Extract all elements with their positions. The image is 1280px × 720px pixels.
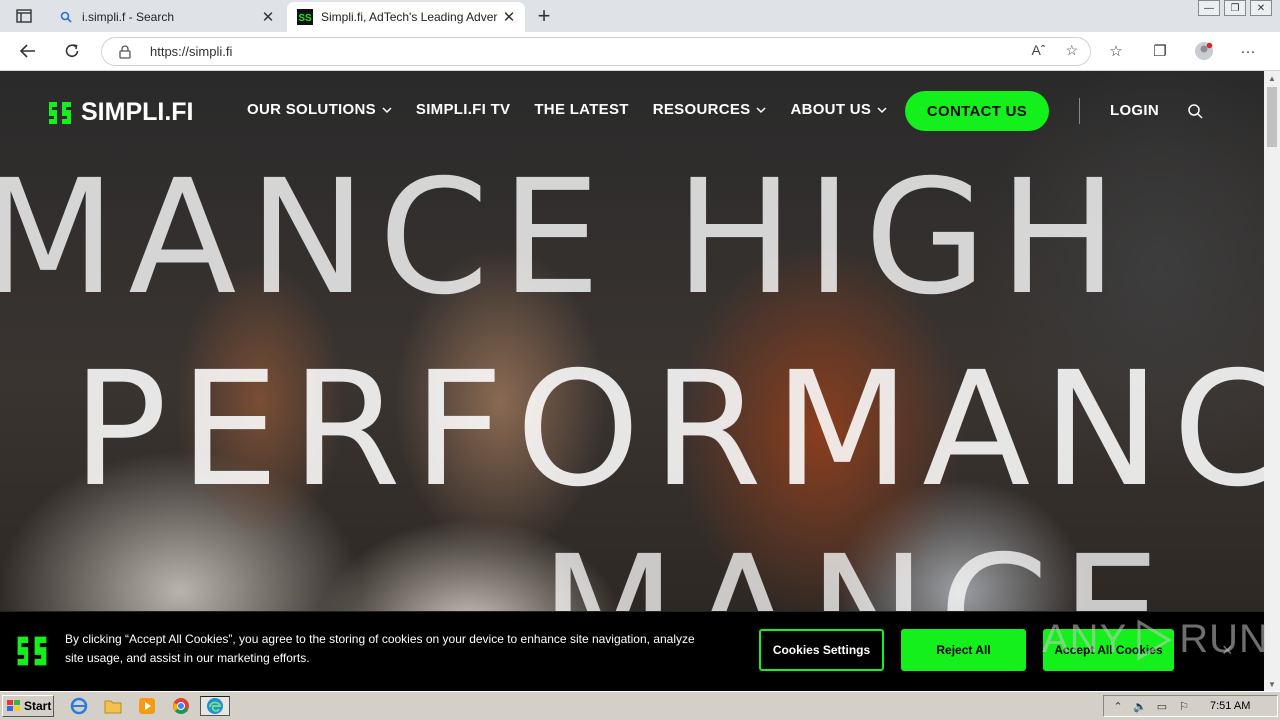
search-icon <box>58 9 74 25</box>
contact-us-button[interactable]: CONTACT US <box>905 91 1049 131</box>
internet-explorer-icon[interactable] <box>68 696 90 716</box>
nav-our-solutions[interactable]: OUR SOLUTIONS <box>247 101 392 118</box>
chevron-down-icon <box>756 106 766 113</box>
back-button[interactable] <box>16 40 40 62</box>
scroll-down-arrow-icon[interactable]: ▼ <box>1264 677 1280 691</box>
nav-label: THE LATEST <box>534 101 629 118</box>
address-actions: Aˆ ☆ <box>1031 42 1078 59</box>
login-link[interactable]: LOGIN <box>1110 102 1159 119</box>
action-center-flag-icon[interactable]: ⚐ <box>1176 699 1192 713</box>
nav-label: SIMPLI.FI TV <box>415 101 511 118</box>
page-scrollbar[interactable]: ▲ ▼ <box>1264 71 1280 691</box>
network-icon[interactable]: ▭ <box>1154 699 1170 713</box>
start-button[interactable]: Start <box>2 695 54 717</box>
close-window-button[interactable]: ✕ <box>1250 0 1272 16</box>
chevron-down-icon <box>382 106 392 113</box>
tab-title: i.simpli.f - Search <box>82 10 175 24</box>
volume-icon[interactable]: 🔈 <box>1132 699 1148 713</box>
start-label: Start <box>24 699 52 713</box>
svg-text:SS: SS <box>298 13 312 24</box>
toolbar-icons: ☆ ❐ ··· <box>1104 40 1260 62</box>
window-controls: — ❐ ✕ <box>1198 0 1272 18</box>
nav-resources[interactable]: RESOURCES <box>653 101 767 118</box>
windows-flag-icon <box>7 700 20 711</box>
cookies-settings-button[interactable]: Cookies Settings <box>759 629 884 671</box>
scroll-up-arrow-icon[interactable]: ▲ <box>1264 71 1280 85</box>
tray-expand-icon[interactable]: ⌃ <box>1110 699 1126 713</box>
profile-avatar-icon[interactable] <box>1192 40 1216 62</box>
nav-label: RESOURCES <box>652 101 751 118</box>
close-tab-icon[interactable]: ✕ <box>501 9 517 26</box>
logo-text: SIMPLI.FI <box>81 98 194 126</box>
browser-tab-bar: i.simpli.f - Search ✕ SS Simpli.fi, AdTe… <box>0 0 1280 32</box>
site-logo[interactable]: SIMPLI.FI <box>47 98 194 127</box>
hero-text-line: PERFORMANC <box>72 338 1264 522</box>
nav-divider <box>1079 98 1080 124</box>
collections-icon[interactable]: ❐ <box>1148 40 1172 62</box>
cookie-consent-text: By clicking “Accept All Cookies”, you ag… <box>65 632 695 665</box>
file-explorer-icon[interactable] <box>102 696 124 716</box>
read-aloud-icon[interactable]: Aˆ <box>1031 42 1045 59</box>
search-icon[interactable] <box>1187 103 1203 119</box>
simplifi-homepage: SIMPLI.FI OUR SOLUTIONS SIMPLI.FI TV THE… <box>0 71 1264 691</box>
scrollbar-thumb[interactable] <box>1267 87 1277 147</box>
media-player-icon[interactable] <box>136 696 158 716</box>
watermark-text-right: RUN <box>1179 617 1269 661</box>
hero-text-line: MANCE HIGH <box>0 146 1130 330</box>
url-text[interactable]: https://simpli.fi <box>150 44 232 59</box>
nav-the-latest[interactable]: THE LATEST <box>534 101 628 118</box>
main-navigation: OUR SOLUTIONS SIMPLI.FI TV THE LATEST RE… <box>247 101 911 118</box>
tab-actions-icon[interactable] <box>8 6 40 26</box>
windows-taskbar: Start ⌃ 🔈 ▭ ⚐ 7:51 AM <box>0 691 1280 720</box>
chevron-down-icon <box>877 106 887 113</box>
tab-title: Simpli.fi, AdTech's Leading Adver <box>321 10 498 24</box>
edge-icon[interactable] <box>200 696 230 716</box>
new-tab-button[interactable]: + <box>534 3 554 28</box>
refresh-button[interactable] <box>60 40 84 62</box>
anyrun-watermark: ANY RUN <box>1042 617 1269 662</box>
clock[interactable]: 7:51 AM <box>1210 700 1250 712</box>
watermark-text-left: ANY <box>1042 617 1128 661</box>
simplifi-logo-icon <box>17 636 47 666</box>
address-field[interactable]: https://simpli.fi Aˆ ☆ <box>101 37 1091 66</box>
favorites-icon[interactable]: ☆ <box>1104 40 1128 62</box>
simplifi-favicon: SS <box>297 9 313 25</box>
simplifi-logo-icon <box>49 101 71 124</box>
nav-label: OUR SOLUTIONS <box>247 101 376 118</box>
lock-icon[interactable] <box>118 44 132 59</box>
add-favorite-icon[interactable]: ☆ <box>1065 42 1078 59</box>
nav-simplifi-tv[interactable]: SIMPLI.FI TV <box>416 101 510 118</box>
chrome-icon[interactable] <box>170 696 192 716</box>
play-icon <box>1137 618 1173 661</box>
minimize-button[interactable]: — <box>1198 0 1220 16</box>
more-menu-icon[interactable]: ··· <box>1236 40 1260 62</box>
tab-search[interactable]: i.simpli.f - Search ✕ <box>48 2 284 32</box>
reject-all-button[interactable]: Reject All <box>901 629 1026 671</box>
restore-button[interactable]: ❐ <box>1224 0 1246 16</box>
tab-simplifi[interactable]: SS Simpli.fi, AdTech's Leading Adver ✕ <box>287 2 525 32</box>
system-tray: ⌃ 🔈 ▭ ⚐ 7:51 AM <box>1103 695 1278 717</box>
nav-label: ABOUT US <box>790 101 872 118</box>
close-tab-icon[interactable]: ✕ <box>260 9 276 26</box>
nav-about-us[interactable]: ABOUT US <box>790 101 887 118</box>
address-bar-row: https://simpli.fi Aˆ ☆ ☆ ❐ ··· <box>0 32 1280 71</box>
